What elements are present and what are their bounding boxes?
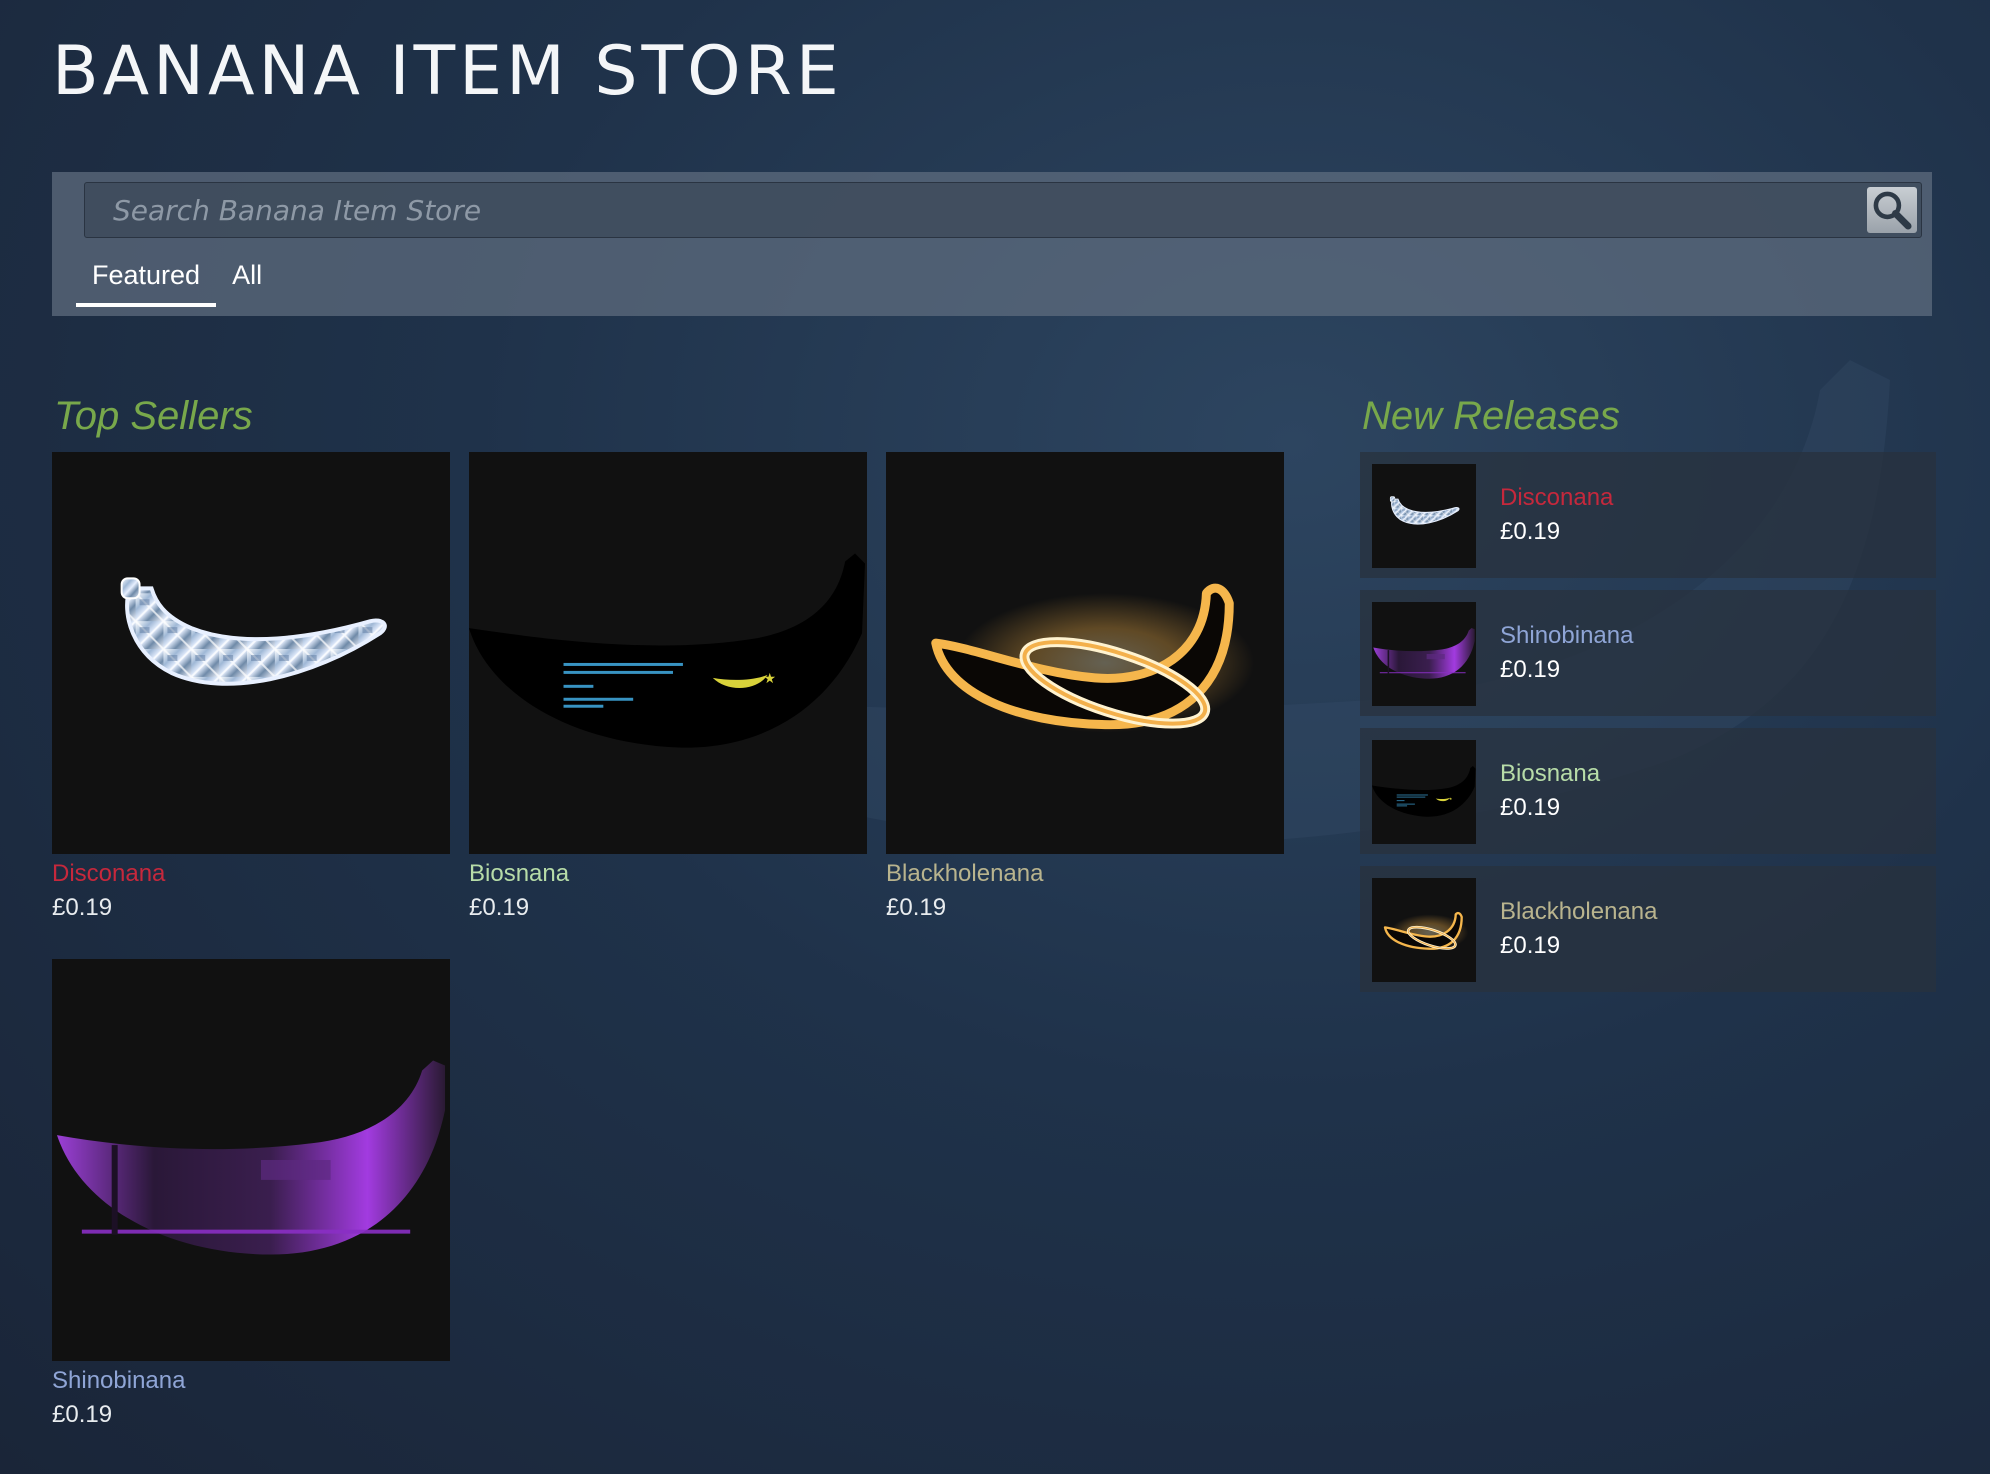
release-name[interactable]: Disconana <box>1500 484 1613 512</box>
release-row-disconana[interactable]: Disconana £0.19 <box>1360 452 1936 578</box>
shinobi-banana-icon <box>1372 602 1476 706</box>
tab-featured[interactable]: Featured <box>76 252 217 307</box>
release-thumbnail[interactable] <box>1372 464 1476 568</box>
item-price: £0.19 <box>52 894 113 921</box>
page-title: BANANA ITEM STORE <box>52 32 843 111</box>
release-price: £0.19 <box>1500 932 1561 959</box>
crystal-banana-icon <box>52 452 450 854</box>
release-row-shinobinana[interactable]: Shinobinana £0.19 <box>1360 590 1936 716</box>
item-image[interactable] <box>52 452 450 854</box>
item-price: £0.19 <box>52 1401 113 1428</box>
top-seller-tile-blackholenana[interactable]: Blackholenana £0.19 <box>886 452 1284 922</box>
store-nav-bar: Featured All <box>52 172 1932 316</box>
new-releases-heading: New Releases <box>1362 394 1620 438</box>
item-image[interactable] <box>52 959 450 1361</box>
release-thumbnail[interactable] <box>1372 878 1476 982</box>
shinobi-banana-icon <box>52 959 450 1361</box>
release-price: £0.19 <box>1500 656 1561 683</box>
release-price: £0.19 <box>1500 518 1561 545</box>
release-price: £0.19 <box>1500 794 1561 821</box>
release-thumbnail[interactable] <box>1372 740 1476 844</box>
top-seller-tile-shinobinana[interactable]: Shinobinana £0.19 <box>52 959 450 1429</box>
crystal-banana-icon <box>1372 464 1476 568</box>
bios-banana-icon <box>1372 740 1476 844</box>
search-icon <box>1867 187 1917 233</box>
item-name[interactable]: Blackholenana <box>886 860 1284 888</box>
release-name[interactable]: Shinobinana <box>1500 622 1633 650</box>
bios-banana-icon <box>469 452 867 854</box>
release-row-blackholenana[interactable]: Blackholenana £0.19 <box>1360 866 1936 992</box>
top-sellers-heading: Top Sellers <box>54 394 253 438</box>
item-name[interactable]: Shinobinana <box>52 1367 450 1395</box>
item-image[interactable] <box>469 452 867 854</box>
release-thumbnail[interactable] <box>1372 602 1476 706</box>
top-seller-tile-disconana[interactable]: Disconana £0.19 <box>52 452 450 922</box>
item-price: £0.19 <box>886 894 947 921</box>
search-button[interactable] <box>1867 187 1917 233</box>
release-name[interactable]: Biosnana <box>1500 760 1600 788</box>
search-box <box>84 182 1922 238</box>
tab-all[interactable]: All <box>216 252 278 307</box>
search-input[interactable] <box>85 183 1855 237</box>
release-name[interactable]: Blackholenana <box>1500 898 1657 926</box>
blackhole-banana-icon <box>886 452 1284 854</box>
store-tabs: Featured All <box>76 252 278 307</box>
item-name[interactable]: Disconana <box>52 860 450 888</box>
release-row-biosnana[interactable]: Biosnana £0.19 <box>1360 728 1936 854</box>
blackhole-banana-icon <box>1372 878 1476 982</box>
top-seller-tile-biosnana[interactable]: Biosnana £0.19 <box>469 452 867 922</box>
item-price: £0.19 <box>469 894 530 921</box>
item-name[interactable]: Biosnana <box>469 860 867 888</box>
item-image[interactable] <box>886 452 1284 854</box>
